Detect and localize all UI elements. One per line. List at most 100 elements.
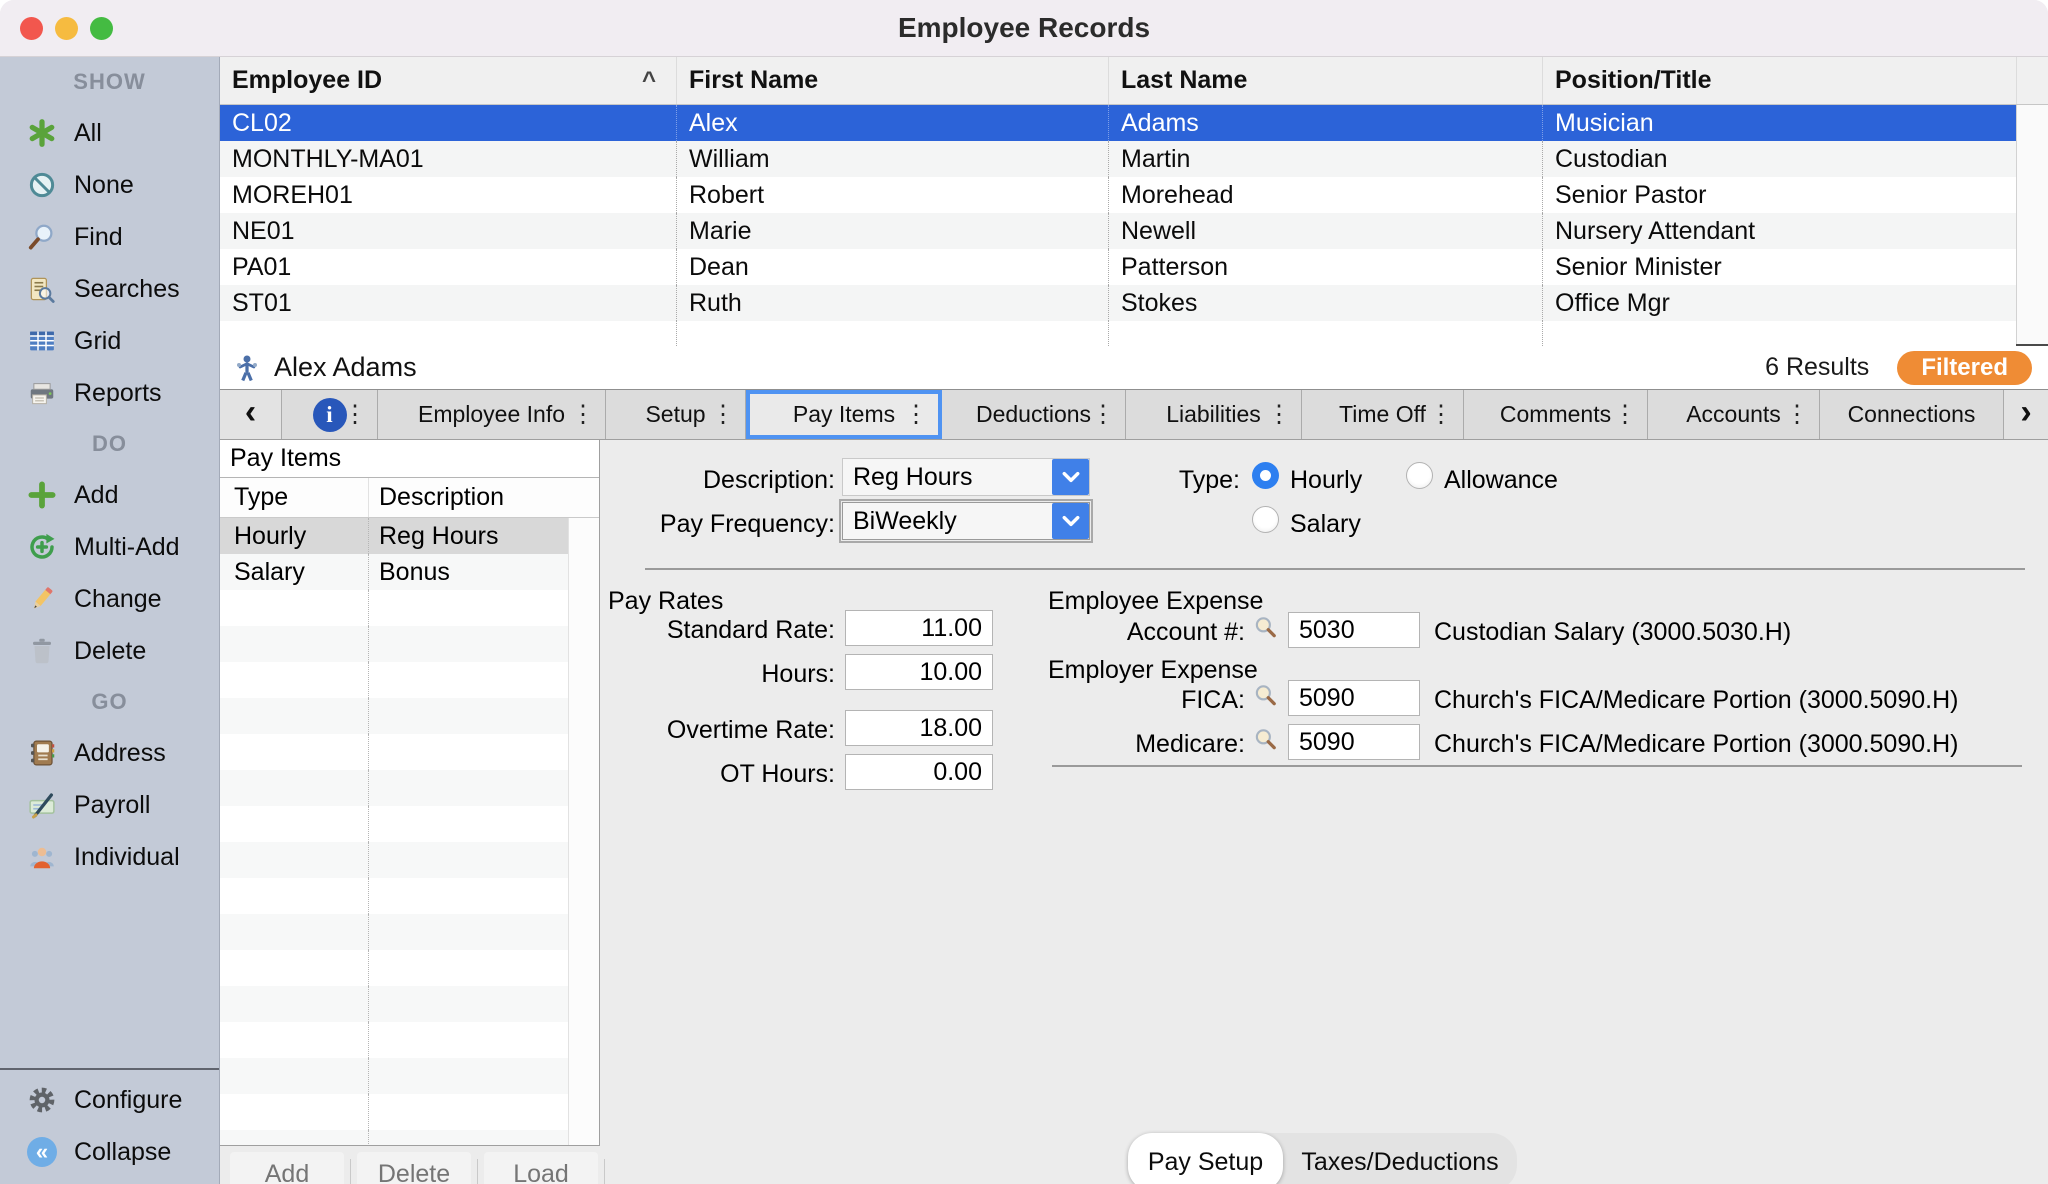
description-dropdown[interactable]: Reg Hours [842,458,1090,496]
load-pay-item-button[interactable]: Load [484,1152,598,1184]
sidebar-item-label: Reports [74,379,162,408]
tab-employee-info[interactable]: Employee Info⋮ [378,390,606,439]
sidebar-item-payroll[interactable]: Payroll [0,779,219,831]
allowance-radio[interactable] [1406,462,1433,489]
pay-items-scrollbar[interactable] [568,518,599,1145]
table-row[interactable]: MONTHLY-MA01 William Martin Custodian [220,141,2016,177]
account-number-input[interactable]: 5030 [1288,612,1420,648]
sidebar-section-do: DO [0,419,219,469]
tab-accounts[interactable]: Accounts⋮ [1648,390,1820,439]
description-label: Description: [550,466,835,495]
zoom-window-button[interactable] [90,17,113,40]
fica-account-input[interactable]: 5090 [1288,680,1420,716]
tab-comments[interactable]: Comments⋮ [1464,390,1648,439]
medicare-account-input[interactable]: 5090 [1288,724,1420,760]
tab-options-icon[interactable]: ⋮ [1613,403,1637,427]
table-row[interactable]: MOREH01 Robert Morehead Senior Pastor [220,177,2016,213]
tab-options-icon[interactable]: ⋮ [571,403,595,427]
sidebar-item-multi-add[interactable]: Multi-Add [0,521,219,573]
standard-rate-input[interactable]: 11.00 [845,610,993,646]
sidebar-item-address[interactable]: Address [0,727,219,779]
hourly-radio[interactable] [1252,462,1279,489]
table-row[interactable]: ST01 Ruth Stokes Office Mgr [220,285,2016,321]
sidebar-item-change[interactable]: Change [0,573,219,625]
sidebar-item-configure[interactable]: Configure [0,1074,219,1126]
fica-lookup-icon[interactable] [1252,682,1278,708]
column-header-employee-id[interactable]: Employee ID ^ [220,57,676,104]
sidebar-item-label: Configure [74,1086,182,1115]
sidebar-item-label: Payroll [74,791,150,820]
chevron-down-icon[interactable] [1052,503,1089,539]
sidebar-item-find[interactable]: Find [0,211,219,263]
section-divider [1052,765,2022,767]
table-vertical-scrollbar[interactable] [2016,105,2048,344]
tab-info[interactable]: i ⋮ [282,390,378,439]
table-row[interactable]: NE01 Marie Newell Nursery Attendant [220,213,2016,249]
salary-radio[interactable] [1252,506,1279,533]
tab-pay-items[interactable]: Pay Items⋮ [746,390,942,439]
delete-pay-item-button[interactable]: Delete [357,1152,471,1184]
tab-options-icon[interactable]: ⋮ [1267,403,1291,427]
tab-deductions[interactable]: Deductions⋮ [942,390,1126,439]
tab-options-icon[interactable]: ⋮ [1091,403,1115,427]
tab-connections[interactable]: Connections [1820,390,2004,439]
tab-time-off[interactable]: Time Off⋮ [1302,390,1464,439]
tab-options-icon[interactable]: ⋮ [711,403,735,427]
sidebar-item-add[interactable]: Add [0,469,219,521]
selected-employee-name: Alex Adams [274,352,417,383]
employee-records-window: Employee Records SHOW All None Find Sear… [0,0,2048,1184]
chevron-down-icon[interactable] [1052,459,1089,495]
allowance-radio-label[interactable]: Allowance [1444,466,1558,495]
employee-rows: CL02 Alex Adams Musician MONTHLY-MA01 Wi… [220,105,2016,344]
list-item[interactable]: Hourly Reg Hours [220,518,568,554]
sidebar-item-delete[interactable]: Delete [0,625,219,677]
sidebar-item-none[interactable]: None [0,159,219,211]
tabs-scroll-right-button[interactable]: › [2004,390,2048,439]
minimize-window-button[interactable] [55,17,78,40]
check-pen-icon [26,789,58,821]
pay-frequency-dropdown[interactable]: BiWeekly [842,502,1090,540]
sidebar-section-show: SHOW [0,57,219,107]
table-row[interactable]: CL02 Alex Adams Musician [220,105,2016,141]
tab-setup[interactable]: Setup⋮ [606,390,746,439]
tab-options-icon[interactable]: ⋮ [1785,403,1809,427]
tab-options-icon[interactable]: ⋮ [1429,403,1453,427]
sidebar-item-grid[interactable]: Grid [0,315,219,367]
sidebar-item-searches[interactable]: Searches [0,263,219,315]
tab-options-icon[interactable]: ⋮ [904,403,928,427]
hours-input[interactable]: 10.00 [845,654,993,690]
tab-liabilities[interactable]: Liabilities⋮ [1126,390,1302,439]
sidebar-item-individual[interactable]: Individual [0,831,219,883]
overtime-rate-input[interactable]: 18.00 [845,710,993,746]
tab-pay-setup[interactable]: Pay Setup [1128,1133,1283,1184]
window-title: Employee Records [0,0,2048,56]
sidebar-item-reports[interactable]: Reports [0,367,219,419]
sidebar-item-collapse[interactable]: « Collapse [0,1126,219,1178]
asterisk-icon [26,117,58,149]
empty-table-space [220,321,2016,346]
info-icon: i [313,398,347,432]
address-book-icon [26,737,58,769]
close-window-button[interactable] [20,17,43,40]
tab-taxes-deductions[interactable]: Taxes/Deductions [1283,1133,1517,1184]
tabs-scroll-left-button[interactable]: ‹ [220,390,282,439]
tab-options-icon[interactable]: ⋮ [343,403,367,427]
column-header-first-name[interactable]: First Name [676,57,1108,104]
medicare-lookup-icon[interactable] [1252,726,1278,752]
column-header-position-title[interactable]: Position/Title [1542,57,2016,104]
list-item[interactable]: Salary Bonus [220,554,568,590]
account-lookup-icon[interactable] [1252,614,1278,640]
filtered-badge[interactable]: Filtered [1897,351,2032,385]
ot-hours-input[interactable]: 0.00 [845,754,993,790]
hourly-radio-label[interactable]: Hourly [1290,466,1362,495]
salary-radio-label[interactable]: Salary [1290,510,1361,539]
medicare-label: Medicare: [1065,730,1245,759]
column-header-last-name[interactable]: Last Name [1108,57,1542,104]
magnifier-icon [26,221,58,253]
sidebar-item-label: Delete [74,637,146,666]
traffic-lights [20,17,113,40]
table-row[interactable]: PA01 Dean Patterson Senior Minister [220,249,2016,285]
column-header-type[interactable]: Type [220,478,368,517]
sidebar-item-all[interactable]: All [0,107,219,159]
add-pay-item-button[interactable]: Add [230,1152,344,1184]
